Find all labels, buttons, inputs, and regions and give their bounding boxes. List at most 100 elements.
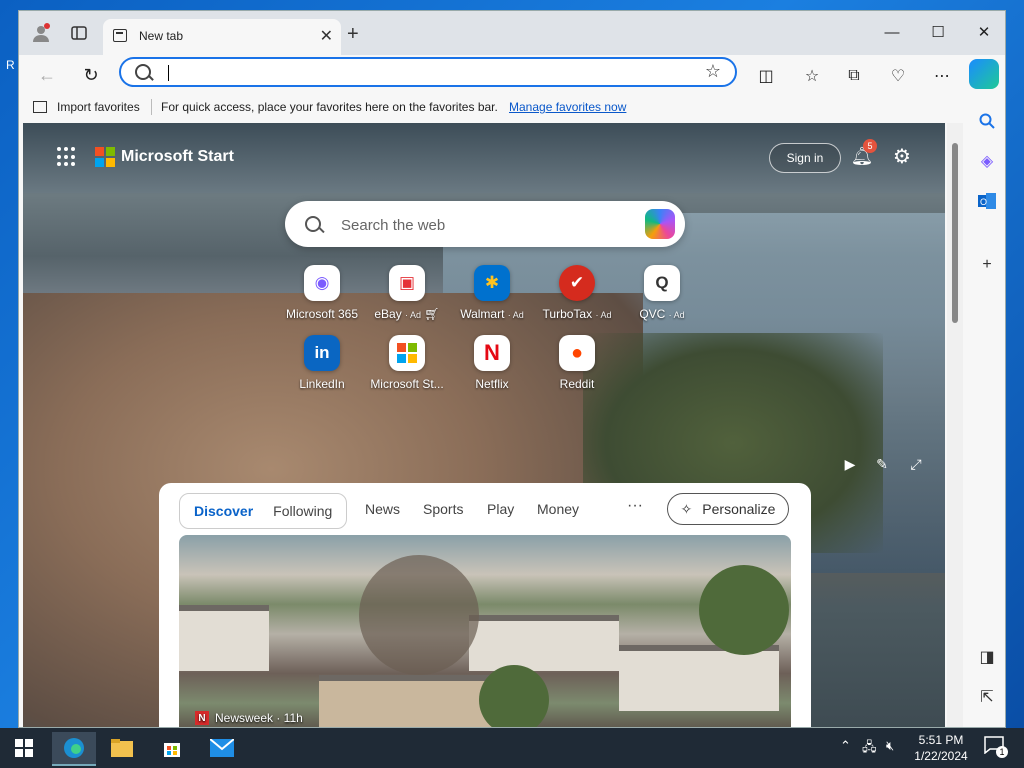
settings-gear-icon[interactable]: ⚙ xyxy=(889,143,915,169)
start-button[interactable] xyxy=(2,732,46,764)
close-tab-icon[interactable]: ✕ xyxy=(320,26,333,46)
network-icon[interactable]: 🖧︎ xyxy=(862,738,877,760)
tree xyxy=(479,665,549,727)
microsoft-logo-icon xyxy=(95,147,115,167)
expand-icon[interactable]: ⤢ xyxy=(905,453,927,475)
open-external-icon[interactable]: ⇱ xyxy=(973,683,1001,711)
copilot-icon[interactable] xyxy=(969,59,999,89)
personalize-button[interactable]: ✧ Personalize xyxy=(667,493,789,525)
system-clock[interactable]: 5:51 PM 1/22/2024 xyxy=(910,732,972,764)
quick-link-label: Reddit xyxy=(559,377,595,391)
tab-discover[interactable]: Discover xyxy=(184,503,263,519)
quick-link-ebay[interactable]: ▣ eBay · Ad 🛒︎ xyxy=(362,265,452,321)
close-window-button[interactable]: ✕ xyxy=(961,17,1005,47)
tab-new-tab[interactable]: New tab ✕ xyxy=(103,19,341,55)
favorite-star-icon[interactable]: ☆ xyxy=(705,61,721,82)
browser-window: New tab ✕ + — ☐ ✕ ← ↻ ☆ ◫ ☆ ⧉ ♡ ⋯ Import… xyxy=(18,10,1006,728)
refresh-button[interactable]: ↻ xyxy=(77,61,105,89)
newsweek-icon: N xyxy=(195,711,209,725)
new-tab-page: Microsoft Start Sign in 🔔︎ 5 ⚙ ◉ Microso… xyxy=(23,123,945,727)
feed-tabs: Discover Following xyxy=(179,493,348,529)
tab-actions-icon[interactable] xyxy=(67,21,91,45)
tab-following[interactable]: Following xyxy=(263,503,342,519)
quick-link-reddit[interactable]: ● Reddit xyxy=(532,335,622,391)
news-feed: Discover Following News Sports Play Mone… xyxy=(159,483,811,727)
ad-label: · Ad xyxy=(668,310,685,320)
tab-title: New tab xyxy=(139,29,184,43)
sign-in-button[interactable]: Sign in xyxy=(769,143,841,173)
quick-link-linkedin[interactable]: in LinkedIn xyxy=(277,335,367,391)
source-label: Newsweek · 11h xyxy=(215,711,303,725)
app-launcher-icon[interactable] xyxy=(57,147,77,167)
notification-count-badge: 1 xyxy=(996,746,1008,758)
search-icon xyxy=(305,216,321,232)
quick-link-label: TurboTax xyxy=(542,307,593,321)
scrollbar-thumb[interactable] xyxy=(952,143,958,323)
minimize-button[interactable]: — xyxy=(869,17,915,47)
tab-play[interactable]: Play xyxy=(487,501,514,517)
tab-news[interactable]: News xyxy=(365,501,400,517)
favorites-bar: Import favorites For quick access, place… xyxy=(19,95,1005,121)
add-icon[interactable]: + xyxy=(973,251,1001,279)
file-explorer-icon[interactable] xyxy=(100,732,144,764)
more-tabs-button[interactable]: ··· xyxy=(627,497,643,515)
house xyxy=(619,645,779,711)
clock-date: 1/22/2024 xyxy=(914,749,968,763)
import-favorites-link[interactable]: Import favorites xyxy=(57,100,140,114)
manage-favorites-link[interactable]: Manage favorites now xyxy=(509,100,626,114)
tab-money[interactable]: Money xyxy=(537,501,579,517)
outlook-icon[interactable]: O xyxy=(973,187,1001,215)
quick-link-microsoft-365[interactable]: ◉ Microsoft 365 xyxy=(277,265,367,321)
article-source: N Newsweek · 11h xyxy=(195,711,303,725)
maximize-button[interactable]: ☐ xyxy=(915,17,961,47)
profile-icon[interactable] xyxy=(29,21,53,45)
address-input[interactable] xyxy=(165,63,689,85)
quick-link-walmart[interactable]: ✱ Walmart · Ad xyxy=(447,265,537,321)
new-tab-icon xyxy=(113,29,127,42)
play-background-icon[interactable]: ▶ xyxy=(839,453,861,475)
divider xyxy=(151,99,152,115)
volume-muted-icon[interactable]: 🔇︎ xyxy=(886,738,894,754)
brand-title[interactable]: Microsoft Start xyxy=(121,148,234,166)
quick-link-microsoft-store[interactable]: Microsoft St... xyxy=(362,335,452,391)
page-scrollbar[interactable] xyxy=(947,123,963,727)
quick-link-qvc[interactable]: Q QVC · Ad xyxy=(617,265,707,321)
quick-link-label: LinkedIn xyxy=(299,377,345,391)
mail-icon[interactable] xyxy=(200,732,244,764)
quick-link-netflix[interactable]: N Netflix xyxy=(447,335,537,391)
microsoft-365-icon[interactable]: ◈ xyxy=(973,147,1001,175)
back-button[interactable]: ← xyxy=(33,61,61,89)
more-menu-icon[interactable]: ⋯ xyxy=(929,63,955,89)
taskbar: ⌃ 🖧︎ 🔇︎ 5:51 PM 1/22/2024 1 xyxy=(0,728,1024,768)
walmart-icon: ✱ xyxy=(474,265,510,301)
favorites-icon[interactable]: ☆ xyxy=(799,63,825,89)
import-icon xyxy=(33,101,47,113)
edge-taskbar-icon[interactable] xyxy=(52,732,96,766)
edit-background-icon[interactable]: ✎ xyxy=(871,453,893,475)
clock-time: 5:51 PM xyxy=(918,733,964,747)
microsoft-365-icon: ◉ xyxy=(304,265,340,301)
quick-link-label: QVC xyxy=(639,307,666,321)
address-bar[interactable]: ☆ xyxy=(119,57,737,87)
quick-link-label: Microsoft St... xyxy=(370,377,444,391)
toolbar: ← ↻ ☆ ◫ ☆ ⧉ ♡ ⋯ xyxy=(19,55,1005,95)
copilot-icon[interactable] xyxy=(645,209,675,239)
split-screen-icon[interactable]: ◫ xyxy=(753,63,779,89)
settings-gear-icon[interactable]: ⚙ xyxy=(973,721,1001,727)
article-image[interactable]: N Newsweek · 11h xyxy=(179,535,791,727)
hide-sidebar-icon[interactable]: ◨ xyxy=(973,643,1001,671)
favorites-hint: For quick access, place your favorites h… xyxy=(161,100,498,114)
desktop-icon-label: R xyxy=(6,58,15,72)
browser-essentials-icon[interactable]: ♡ xyxy=(885,63,911,89)
store-icon[interactable] xyxy=(150,732,194,764)
new-tab-button[interactable]: + xyxy=(347,23,359,46)
collections-icon[interactable]: ⧉ xyxy=(841,63,867,89)
web-search-input[interactable] xyxy=(339,213,623,237)
search-icon[interactable] xyxy=(973,107,1001,135)
shopping-cart-icon: 🛒︎ xyxy=(424,307,440,321)
chevron-up-icon[interactable]: ⌃ xyxy=(840,738,851,754)
web-search-box[interactable] xyxy=(285,201,685,247)
quick-link-turbotax[interactable]: ✔ TurboTax · Ad xyxy=(532,265,622,321)
netflix-icon: N xyxy=(474,335,510,371)
tab-sports[interactable]: Sports xyxy=(423,501,463,517)
